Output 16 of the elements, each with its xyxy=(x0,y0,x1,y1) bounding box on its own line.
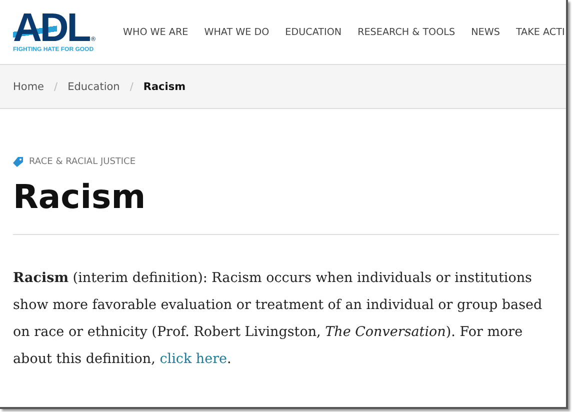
page-title: Racism xyxy=(13,177,147,217)
nav-link[interactable]: TAKE ACTI xyxy=(516,26,565,38)
breadcrumb-link[interactable]: Home xyxy=(13,80,44,92)
topic-tag-link[interactable]: RACE & RACIAL JUSTICE xyxy=(29,157,136,167)
definition-paragraph: Racism (interim definition): Racism occurs when individuals or institutions show more favorable evaluation or treatment of an individual or group based on race or ethnicity (Prof. Robert Livingston, The Conversation). For more about this definition, click here. xyxy=(13,269,544,369)
breadcrumb-link[interactable]: Education xyxy=(68,80,120,92)
tag-icon xyxy=(13,157,23,167)
breadcrumb-separator: / xyxy=(54,80,58,92)
nav-link[interactable]: WHO WE ARE xyxy=(123,26,188,38)
nav-link[interactable]: RESEARCH & TOOLS xyxy=(358,26,456,38)
current-page-label: Racism xyxy=(143,80,186,92)
nav-link[interactable]: WHAT WE DO xyxy=(204,26,270,38)
nav-link[interactable]: EDUCATION xyxy=(285,26,342,38)
breadcrumb-separator: / xyxy=(130,80,134,92)
nav-link[interactable]: NEWS xyxy=(471,26,500,38)
click-here-link[interactable]: click here xyxy=(160,351,228,367)
